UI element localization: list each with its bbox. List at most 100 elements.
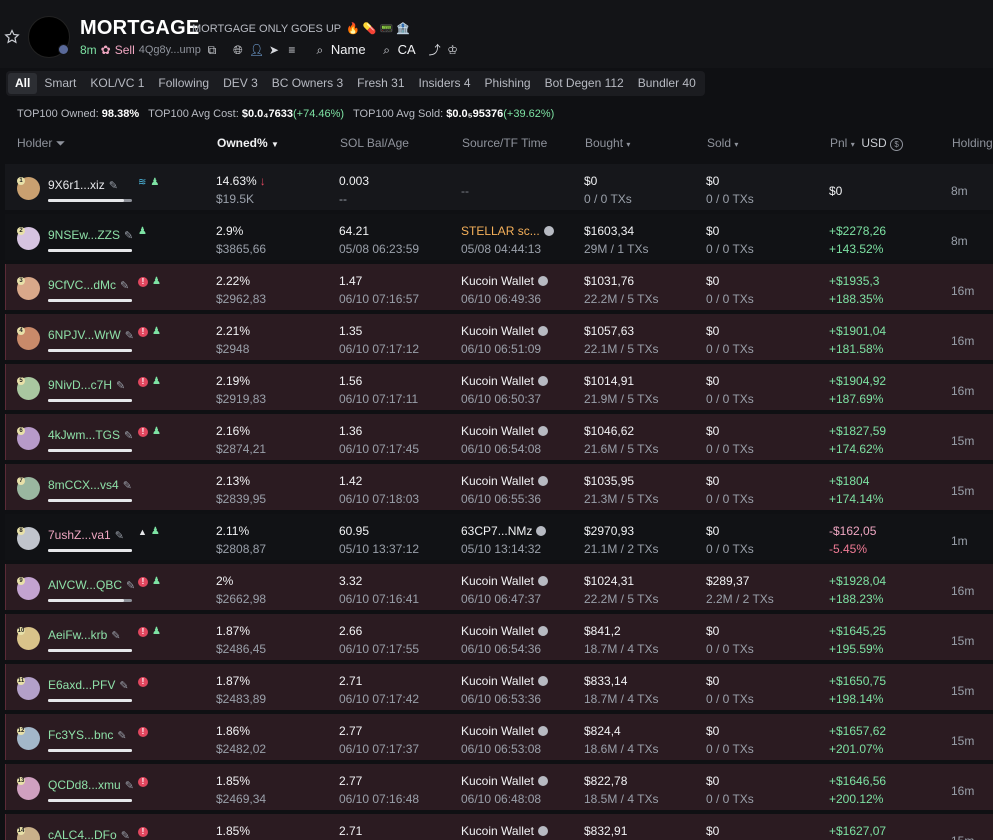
solscan-icon[interactable]: ≡ <box>285 43 299 57</box>
search-ca-button[interactable]: CA <box>398 42 416 57</box>
pnl-usd: +$1827,59 <box>829 424 887 438</box>
holder-address[interactable]: 9NSEw...ZZS ✎ <box>48 228 133 242</box>
funding-source[interactable]: Kucoin Wallet <box>461 324 548 338</box>
search-icon[interactable]: ⌕ <box>313 43 327 57</box>
copy-icon[interactable]: ⧉ <box>205 43 219 57</box>
col-pnl[interactable]: Pnl ▾ USD $ <box>830 136 904 151</box>
tab-8[interactable]: Phishing <box>478 73 538 94</box>
tab-6[interactable]: Fresh 31 <box>350 73 411 94</box>
col-holding[interactable]: Holding <box>952 136 993 150</box>
funding-source[interactable]: Kucoin Wallet <box>461 574 548 588</box>
token-meta-row: 8m ✿ Sell 4Qg8y...ump ⧉ 🌐︎ 👤︎ ➤ ≡ ⌕ Name… <box>80 42 460 57</box>
funding-source[interactable]: Kucoin Wallet <box>461 374 548 388</box>
holder-address[interactable]: 9X6r1...xiz ✎ <box>48 178 118 192</box>
col-holder[interactable]: Holder ⏷ <box>17 136 65 151</box>
table-row[interactable]: 6 4kJwm...TGS ✎! ♟ 2.16% $2874,21 1.36 06/10 07… <box>5 414 993 462</box>
col-bought[interactable]: Bought ▾ <box>585 136 630 150</box>
holder-address[interactable]: 9CfVC...dMc ✎ <box>48 278 129 292</box>
table-row[interactable]: 3 9CfVC...dMc ✎! ♟ 2.22% $2962,83 1.47 06/10 07… <box>5 264 993 312</box>
table-row[interactable]: 14 cALC4...DFo ✎! 1.85% 2.71 Kucoin Wallet $83… <box>5 814 993 840</box>
funding-source[interactable]: -- <box>461 184 469 198</box>
edit-icon[interactable]: ✎ <box>125 779 134 792</box>
funding-source[interactable]: Kucoin Wallet <box>461 424 548 438</box>
col-sold[interactable]: Sold ▾ <box>707 136 738 150</box>
funding-source[interactable]: Kucoin Wallet <box>461 674 548 688</box>
currency-switch-icon[interactable]: $ <box>890 138 904 151</box>
star-icon[interactable] <box>4 29 20 45</box>
edit-icon[interactable]: ✎ <box>111 629 120 642</box>
edit-icon[interactable]: ✎ <box>121 829 130 840</box>
holder-tags: ! ♟ <box>138 327 162 337</box>
globe-icon[interactable]: 🌐︎ <box>231 43 245 57</box>
sold-txs: 0 / 0 TXs <box>706 792 754 806</box>
table-row[interactable]: 7 8mCCX...vs4 ✎ 2.13% $2839,95 1.42 06/10 07:1… <box>5 464 993 512</box>
edit-icon[interactable]: ✎ <box>125 329 134 342</box>
holder-address[interactable]: 6NPJV...WrW ✎ <box>48 328 134 342</box>
holder-address-text: 9NivD...c7H <box>48 378 113 392</box>
holder-address[interactable]: 9NivD...c7H ✎ <box>48 378 125 392</box>
holder-address[interactable]: AeiFw...krb ✎ <box>48 628 121 642</box>
holder-address[interactable]: E6axd...PFV ✎ <box>48 678 129 692</box>
funding-source[interactable]: 63CP7...NMz <box>461 524 547 538</box>
funding-source[interactable]: STELLAR sc... <box>461 224 554 238</box>
holder-address[interactable]: 8mCCX...vs4 ✎ <box>48 478 132 492</box>
tab-2[interactable]: KOL/VC 1 <box>83 73 151 94</box>
col-owned[interactable]: Owned% ▼ <box>217 136 279 150</box>
holder-address[interactable]: 7ushZ...va1 ✎ <box>48 528 124 542</box>
table-row[interactable]: 13 QCDd8...xmu ✎! 1.85% $2469,34 2.77 06/10 07… <box>5 764 993 812</box>
edit-icon[interactable]: ✎ <box>120 279 129 292</box>
funding-source[interactable]: Kucoin Wallet <box>461 474 548 488</box>
edit-icon[interactable]: ✎ <box>126 579 135 592</box>
share-icon[interactable]: ⤴ <box>428 43 442 57</box>
table-row[interactable]: 11 E6axd...PFV ✎! 1.87% $2483,89 2.71 06/10 07… <box>5 664 993 712</box>
edit-icon[interactable]: ✎ <box>109 179 118 192</box>
edit-icon[interactable]: ✎ <box>116 379 125 392</box>
tab-7[interactable]: Insiders 4 <box>412 73 478 94</box>
tab-0[interactable]: All <box>8 73 38 94</box>
edit-icon[interactable]: ✎ <box>123 479 132 492</box>
user-icon[interactable]: 👤︎ <box>249 43 264 57</box>
edit-icon[interactable]: ✎ <box>124 229 133 242</box>
edit-icon[interactable]: ✎ <box>117 729 126 742</box>
tab-5[interactable]: BC Owners 3 <box>265 73 350 94</box>
holder-address[interactable]: 4kJwm...TGS ✎ <box>48 428 133 442</box>
crown-icon[interactable]: ♔ <box>446 43 460 57</box>
table-row[interactable]: 9 AlVCW...QBC ✎! ♟ 2% $2662,98 3.32 06/10 07:16… <box>5 564 993 612</box>
search-name-button[interactable]: Name <box>331 42 366 57</box>
edit-icon[interactable]: ✎ <box>119 679 128 692</box>
tab-4[interactable]: DEV 3 <box>216 73 265 94</box>
usd-toggle[interactable]: USD <box>861 136 886 150</box>
holder-address[interactable]: QCDd8...xmu ✎ <box>48 778 134 792</box>
funding-source[interactable]: Kucoin Wallet <box>461 624 548 638</box>
tab-9[interactable]: Bot Degen 112 <box>538 73 631 94</box>
filter-icon[interactable]: ⏷ <box>56 136 66 150</box>
edit-icon[interactable]: ✎ <box>115 529 124 542</box>
funding-source[interactable]: Kucoin Wallet <box>461 274 548 288</box>
token-header: MORTGAGE MORTGAGE ONLY GOES UP 🔥 💊 📟 🏦 8… <box>0 0 993 68</box>
holder-address[interactable]: Fc3YS...bnc ✎ <box>48 728 127 742</box>
funding-source[interactable]: Kucoin Wallet <box>461 774 548 788</box>
search-ca-icon[interactable]: ⌕ <box>380 43 394 57</box>
col-source[interactable]: Source/TF Time <box>462 136 547 150</box>
table-row[interactable]: 10 AeiFw...krb ✎! ♟ 1.87% $2486,45 2.66 06/10 0… <box>5 614 993 662</box>
telegram-icon[interactable]: ➤ <box>267 43 281 57</box>
tab-3[interactable]: Following <box>151 73 216 94</box>
funding-source[interactable]: Kucoin Wallet <box>461 724 548 738</box>
col-sol-bal[interactable]: SOL Bal/Age <box>340 136 409 150</box>
sort-caret-icon: ▾ <box>850 140 855 149</box>
holding-bar <box>48 349 132 352</box>
tab-1[interactable]: Smart <box>37 73 83 94</box>
table-row[interactable]: 8 7ushZ...va1 ✎ ▲ ♟ 2.11% $2808,87 60.95 05/10 1… <box>5 514 993 562</box>
funding-source[interactable]: Kucoin Wallet <box>461 824 548 838</box>
user-icon: ♟ <box>152 376 161 387</box>
table-row[interactable]: 12 Fc3YS...bnc ✎! 1.86% $2482,02 2.77 06/10 07… <box>5 714 993 762</box>
holder-address[interactable]: cALC4...DFo ✎ <box>48 828 130 840</box>
pnl-usd: +$1650,75 <box>829 674 887 688</box>
edit-icon[interactable]: ✎ <box>124 429 133 442</box>
tab-10[interactable]: Bundler 40 <box>631 73 703 94</box>
table-row[interactable]: 4 6NPJV...WrW ✎! ♟ 2.21% $2948 1.35 06/10 07:17… <box>5 314 993 362</box>
table-row[interactable]: 5 9NivD...c7H ✎! ♟ 2.19% $2919,83 1.56 06/10 07… <box>5 364 993 412</box>
holder-address[interactable]: AlVCW...QBC ✎ <box>48 578 135 592</box>
table-row[interactable]: 1 9X6r1...xiz ✎ ≋ ♟ 14.63% ↓ $19.5K 0.003 -- -- $0 0… <box>5 164 993 212</box>
table-row[interactable]: 2 9NSEw...ZZS ✎ ♟ 2.9% $3865,66 64.21 05/08 06:… <box>5 214 993 262</box>
